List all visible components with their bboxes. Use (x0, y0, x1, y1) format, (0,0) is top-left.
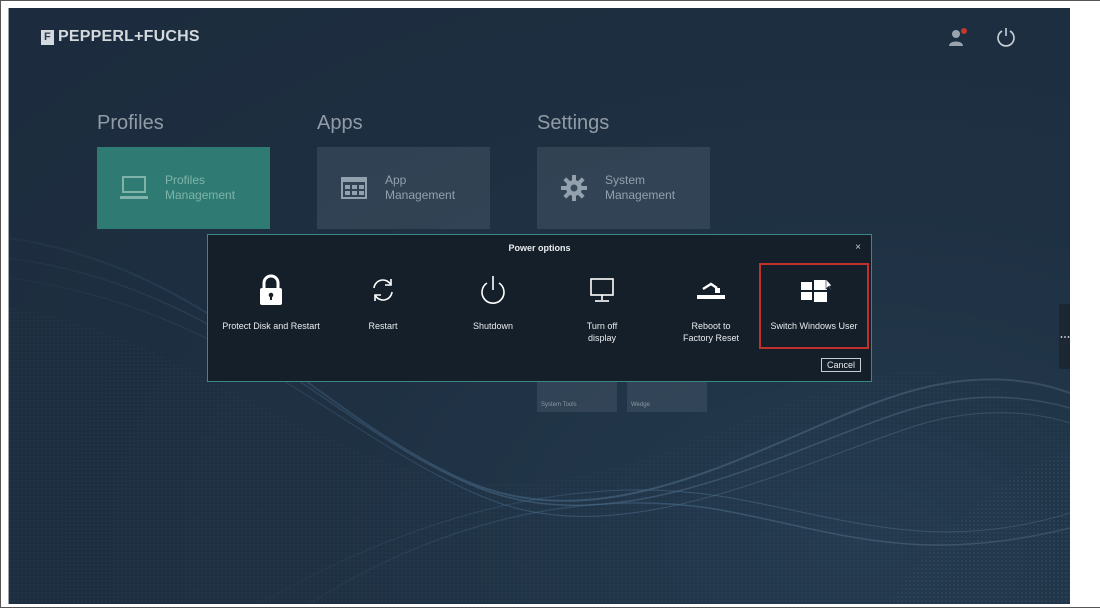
option-label: Restart (368, 321, 398, 331)
app-grid-icon (341, 177, 367, 199)
option-turn-off-display[interactable]: Turn off display (547, 271, 657, 344)
desktop-background: F PEPPERL+FUCHS Profiles Apps Settings P… (8, 8, 1070, 604)
power-options-dialog: Power options × Protect Disk and Restart (207, 234, 872, 382)
cancel-button[interactable]: Cancel (820, 358, 861, 372)
section-title-settings: Settings (537, 112, 610, 134)
windows-icon (801, 278, 831, 302)
tile-label-line1: System (605, 173, 646, 187)
power-icon[interactable] (995, 26, 1017, 48)
tile-label-line2: Management (385, 188, 456, 202)
user-switch-icon[interactable] (947, 26, 969, 48)
brand-name: PEPPERL+FUCHS (58, 28, 200, 45)
factory-reset-icon (697, 282, 725, 299)
logo-mark: F (41, 29, 54, 45)
refresh-icon (373, 279, 393, 301)
brand-logo: F PEPPERL+FUCHS (41, 27, 200, 47)
power-icon (481, 276, 505, 304)
option-label: Reboot to Factory Reset (682, 321, 740, 343)
option-label: Protect Disk and Restart (222, 321, 320, 331)
close-icon[interactable]: × (855, 242, 861, 253)
tile-label-line2: Management (605, 188, 676, 202)
gear-icon (561, 175, 587, 201)
tile-label-line1: Profiles (165, 173, 206, 187)
option-protect-disk-restart[interactable]: Protect Disk and Restart (216, 271, 326, 332)
section-title-profiles: Profiles (97, 112, 164, 134)
tile-system-management[interactable]: System Management (537, 147, 710, 229)
section-title-apps: Apps (317, 112, 363, 134)
option-label: Shutdown (472, 321, 514, 331)
monitor-icon (590, 278, 614, 302)
option-label: Switch Windows User (770, 321, 858, 331)
monitor-icon (120, 176, 148, 199)
dialog-title: Power options (508, 243, 571, 253)
tile-app-management[interactable]: App Management (317, 147, 490, 229)
option-shutdown[interactable]: Shutdown (438, 271, 548, 332)
option-reboot-factory-reset[interactable]: Reboot to Factory Reset (656, 271, 766, 344)
tile-profiles-management[interactable]: Profiles Management (97, 147, 270, 229)
option-switch-windows-user[interactable]: Switch Windows User (759, 263, 869, 349)
option-label: Turn off display (586, 321, 618, 343)
side-menu-tab[interactable]: ⋮ (1059, 304, 1070, 369)
tile-label-line1: App (385, 173, 407, 187)
tile-label-line2: Management (165, 188, 236, 202)
lock-icon (260, 274, 282, 305)
more-icon: ⋮ (1059, 332, 1070, 341)
option-restart[interactable]: Restart (328, 271, 438, 332)
